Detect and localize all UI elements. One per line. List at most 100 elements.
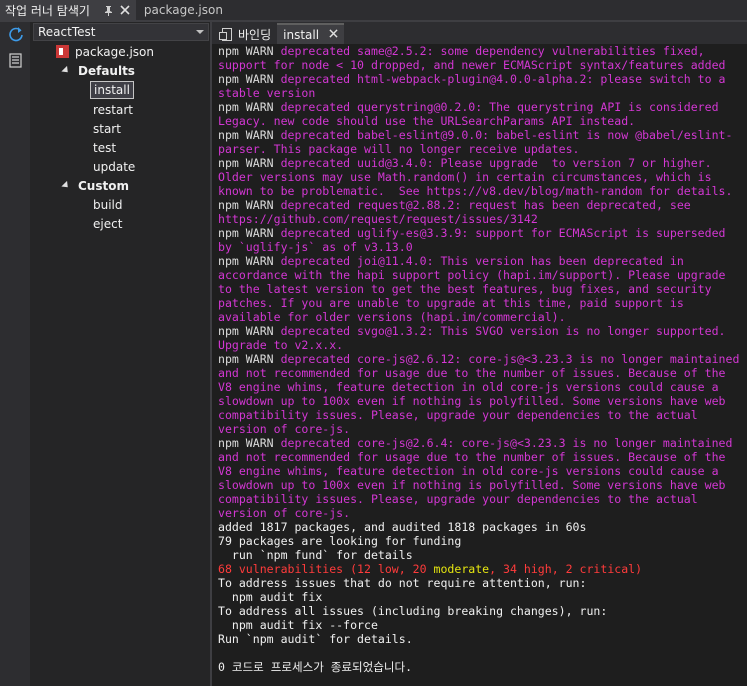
console-line: To address issues that do not require at… xyxy=(218,576,747,590)
console-text: To address all issues (including breakin… xyxy=(218,604,608,618)
console-line: 79 packages are looking for funding xyxy=(218,534,747,548)
console-text: deprecated same@2.5.2: some dependency v… xyxy=(280,44,705,58)
console-text: , 34 high, 2 critical) xyxy=(489,562,643,576)
console-text: Older versions may use Math.random() in … xyxy=(218,170,712,184)
console-output[interactable]: npm WARN deprecated same@2.5.2: some dep… xyxy=(218,44,747,686)
console-text: npm WARN xyxy=(218,100,281,114)
console-text: 79 packages are looking for funding xyxy=(218,534,462,548)
tab-task-runner-explorer-label: 작업 러너 탐색기 xyxy=(5,3,90,18)
tree-task-eject[interactable]: eject xyxy=(90,214,125,233)
console-line: 0 코드로 프로세스가 종료되었습니다. xyxy=(218,660,747,674)
tab-install-output[interactable]: install xyxy=(277,23,345,44)
console-text: npm audit fix --force xyxy=(218,618,378,632)
console-text: 0 코드로 프로세스가 종료되었습니다. xyxy=(218,660,413,674)
console-text: Run `npm audit` for details. xyxy=(218,632,413,646)
console-text: deprecated html-webpack-plugin@4.0.0-alp… xyxy=(280,72,726,86)
task-list-icon[interactable] xyxy=(7,52,25,70)
console-text: deprecated core-js@2.6.4: core-js@<3.23.… xyxy=(280,436,733,450)
refresh-icon[interactable] xyxy=(7,25,25,43)
console-text: deprecated uglify-es@3.3.9: support for … xyxy=(280,226,726,240)
console-text: deprecated svgo@1.3.2: This SVGO version… xyxy=(280,324,726,338)
console-text: and not recommended for usage due to the… xyxy=(218,366,726,380)
pin-icon[interactable] xyxy=(102,3,116,17)
console-text: patches. If you are unable to upgrade at… xyxy=(218,296,684,310)
console-line: Legacy. new code should use the URLSearc… xyxy=(218,114,747,128)
console-text: Upgrade to v2.x.x. xyxy=(218,338,344,352)
console-line: stable version xyxy=(218,86,747,100)
console-line: npm WARN deprecated querystring@0.2.0: T… xyxy=(218,100,747,114)
console-text: npm WARN xyxy=(218,72,281,86)
tab-task-runner-explorer[interactable]: 작업 러너 탐색기 xyxy=(0,0,136,20)
tree-file-label: package.json xyxy=(75,44,155,59)
binding-icon xyxy=(219,27,232,41)
console-line: run `npm fund` for details xyxy=(218,548,747,562)
console-line: npm WARN deprecated svgo@1.3.2: This SVG… xyxy=(218,324,747,338)
tree-group-custom[interactable]: Custom xyxy=(61,176,129,195)
console-text: and not recommended for usage due to the… xyxy=(218,450,726,464)
console-text: npm WARN xyxy=(218,226,281,240)
npm-icon xyxy=(56,45,69,58)
tree-task-start[interactable]: start xyxy=(90,119,124,138)
console-line: https://github.com/request/request/issue… xyxy=(218,212,747,226)
explorer-toolbar xyxy=(0,22,30,686)
console-text: stable version xyxy=(218,86,316,100)
tree-task-label: install xyxy=(90,80,134,99)
console-text: by `uglify-js` as of v3.13.0 xyxy=(218,240,413,254)
console-text: parser. This package will no longer rece… xyxy=(218,142,580,156)
tree-task-label: test xyxy=(93,140,117,155)
tab-bindings[interactable]: 바인딩 xyxy=(212,24,277,44)
console-text: V8 engine whims, feature detection in ol… xyxy=(218,380,719,394)
tree-task-build[interactable]: build xyxy=(90,195,126,214)
console-text: support for node < 10 dropped, and newer… xyxy=(218,58,726,72)
console-line: npm WARN deprecated core-js@2.6.4: core-… xyxy=(218,436,747,450)
console-text: To address issues that do not require at… xyxy=(218,576,587,590)
console-text: run `npm fund` for details xyxy=(218,548,413,562)
console-line: npm WARN deprecated babel-eslint@9.0.0: … xyxy=(218,128,747,142)
console-line: npm WARN deprecated uglify-es@3.3.9: sup… xyxy=(218,226,747,240)
console-line: npm audit fix --force xyxy=(218,618,747,632)
console-line: slowdown up to 100x even if nothing is p… xyxy=(218,394,747,408)
console-line: version of core-js. xyxy=(218,422,747,436)
close-icon[interactable] xyxy=(118,3,132,17)
console-text: known to be problematic. See https://v8.… xyxy=(218,184,733,198)
tree-file-package-json[interactable]: package.json xyxy=(56,42,154,61)
console-text: moderate xyxy=(433,562,490,576)
close-icon[interactable] xyxy=(329,28,338,41)
console-line: 68 vulnerabilities (12 low, 20 moderate,… xyxy=(218,562,747,576)
console-text: npm WARN xyxy=(218,324,281,338)
project-dropdown-value: ReactTest xyxy=(38,25,96,39)
tree-group-defaults[interactable]: Defaults xyxy=(61,61,135,80)
tree-task-install[interactable]: install xyxy=(90,80,134,99)
tree-task-label: start xyxy=(93,121,121,136)
console-line: Older versions may use Math.random() in … xyxy=(218,170,747,184)
console-line: patches. If you are unable to upgrade at… xyxy=(218,296,747,310)
console-text: deprecated request@2.88.2: request has b… xyxy=(280,198,691,212)
project-dropdown[interactable]: ReactTest xyxy=(33,23,209,41)
console-line: npm WARN deprecated request@2.88.2: requ… xyxy=(218,198,747,212)
console-line: V8 engine whims, feature detection in ol… xyxy=(218,464,747,478)
tool-window-tabstrip: 작업 러너 탐색기 package.json xyxy=(0,0,747,20)
console-line: slowdown up to 100x even if nothing is p… xyxy=(218,478,747,492)
console-line: Upgrade to v2.x.x. xyxy=(218,338,747,352)
console-line: To address all issues (including breakin… xyxy=(218,604,747,618)
console-line: and not recommended for usage due to the… xyxy=(218,366,747,380)
tree-task-update[interactable]: update xyxy=(90,157,138,176)
expand-arrow-icon[interactable] xyxy=(61,180,71,191)
console-text: npm WARN xyxy=(218,44,281,58)
console-text: deprecated joi@11.4.0: This version has … xyxy=(280,254,684,268)
tree-task-test[interactable]: test xyxy=(90,138,119,157)
console-line: Run `npm audit` for details. xyxy=(218,632,747,646)
tree-task-restart[interactable]: restart xyxy=(90,100,136,119)
tree-group-label: Defaults xyxy=(78,63,135,78)
console-line: to the latest version to get the best fe… xyxy=(218,282,747,296)
tree-task-label: build xyxy=(93,197,123,212)
expand-arrow-icon[interactable] xyxy=(61,65,71,76)
console-text: npm audit fix xyxy=(218,590,323,604)
console-line: npm WARN deprecated uuid@3.4.0: Please u… xyxy=(218,156,747,170)
tab-package-json[interactable]: package.json xyxy=(136,0,231,20)
console-text: V8 engine whims, feature detection in ol… xyxy=(218,464,719,478)
output-tabs: 바인딩 install xyxy=(212,22,747,44)
console-line: parser. This package will no longer rece… xyxy=(218,142,747,156)
console-line: compatibility issues. Please, upgrade yo… xyxy=(218,408,747,422)
